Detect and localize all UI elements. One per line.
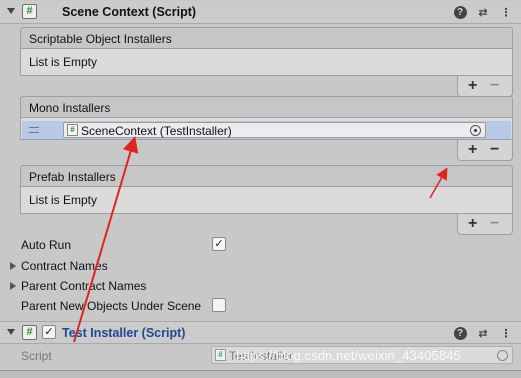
object-picker-icon[interactable] <box>470 125 481 136</box>
help-icon[interactable]: ? <box>453 5 467 19</box>
add-button[interactable]: + <box>468 141 477 159</box>
add-button[interactable]: + <box>468 77 477 95</box>
contract-names-foldout[interactable]: Contract Names <box>21 259 108 273</box>
auto-run-checkbox[interactable]: ✓ <box>212 237 226 251</box>
auto-run-label: Auto Run <box>21 238 72 252</box>
prefab-installers-list: Prefab Installers List is Empty + − <box>20 165 513 235</box>
list-body: # SceneContext (TestInstaller) <box>20 118 513 140</box>
script-icon: # <box>215 349 226 361</box>
fold-arrow-icon[interactable] <box>7 8 15 14</box>
mono-installers-list: Mono Installers # SceneContext (TestInst… <box>20 96 513 161</box>
header-icons: ? ⇄ ⋮ <box>453 5 513 19</box>
object-field-value: SceneContext (TestInstaller) <box>81 124 232 138</box>
foldout-arrow-icon[interactable] <box>10 262 16 270</box>
script-label: Script <box>21 349 52 363</box>
script-icon: # <box>22 4 37 19</box>
help-icon[interactable]: ? <box>453 326 467 340</box>
fold-arrow-icon[interactable] <box>7 329 15 335</box>
list-header: Scriptable Object Installers <box>20 27 513 49</box>
foldout-arrow-icon[interactable] <box>10 282 16 290</box>
scriptable-object-installers-list: Scriptable Object Installers List is Emp… <box>20 27 513 97</box>
script-icon: # <box>67 124 78 136</box>
component-title: Test Installer (Script) <box>62 326 186 340</box>
list-header: Prefab Installers <box>20 165 513 187</box>
list-empty-text: List is Empty <box>20 187 513 214</box>
remove-button[interactable]: − <box>490 215 499 233</box>
header-icons: ? ⇄ ⋮ <box>453 326 513 340</box>
object-field[interactable]: # SceneContext (TestInstaller) <box>63 122 486 138</box>
context-menu-icon[interactable]: ⋮ <box>499 326 513 340</box>
drag-handle-icon[interactable] <box>29 127 39 133</box>
watermark: https://blog.csdn.net/weixin_43405845 <box>236 348 461 363</box>
object-picker-icon <box>497 350 508 361</box>
help-glyph: ? <box>453 5 467 19</box>
enabled-checkbox[interactable]: ✓ <box>42 325 56 339</box>
list-footer: + − <box>457 214 513 235</box>
script-icon: # <box>22 325 37 340</box>
add-button[interactable]: + <box>468 215 477 233</box>
parent-new-objects-checkbox[interactable] <box>212 298 226 312</box>
list-footer: + − <box>457 76 513 97</box>
component-title: Scene Context (Script) <box>62 5 197 19</box>
remove-button[interactable]: − <box>490 77 499 95</box>
list-empty-text: List is Empty <box>20 49 513 76</box>
presets-icon[interactable]: ⇄ <box>476 326 490 340</box>
parent-contract-names-foldout[interactable]: Parent Contract Names <box>21 279 146 293</box>
parent-new-objects-label: Parent New Objects Under Scene <box>21 299 202 313</box>
scene-context-header[interactable]: # Scene Context (Script) ? ⇄ ⋮ <box>0 1 521 24</box>
bottom-divider <box>0 370 521 378</box>
test-installer-header[interactable]: # ✓ Test Installer (Script) ? ⇄ ⋮ <box>0 321 521 344</box>
list-item[interactable]: # SceneContext (TestInstaller) <box>22 121 511 139</box>
presets-icon[interactable]: ⇄ <box>476 5 490 19</box>
list-header: Mono Installers <box>20 96 513 118</box>
context-menu-icon[interactable]: ⋮ <box>499 5 513 19</box>
help-glyph: ? <box>453 326 467 340</box>
list-footer: + − <box>457 140 513 161</box>
remove-button[interactable]: − <box>490 141 499 159</box>
